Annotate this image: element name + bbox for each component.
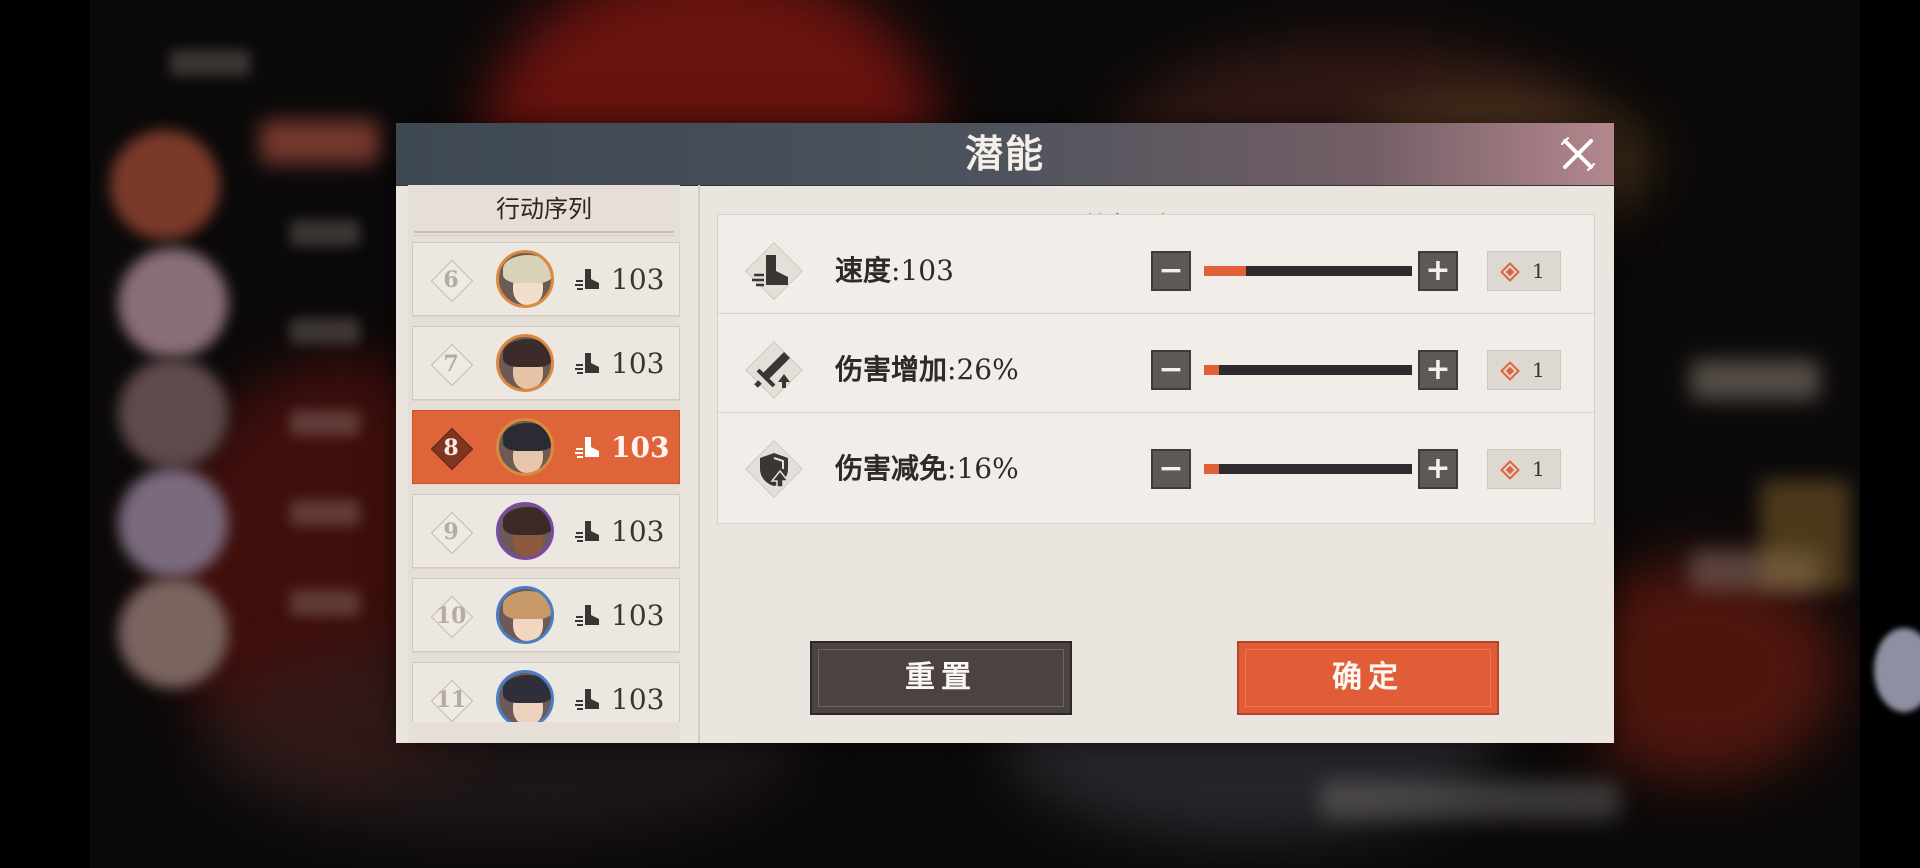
reset-button-label: 重置 [905, 660, 977, 695]
order-number: 9 [443, 519, 459, 545]
order-badge: 10 [430, 595, 474, 639]
speed-boot-icon [573, 517, 603, 547]
order-badge: 6 [430, 259, 474, 303]
slider-fill [1204, 365, 1219, 375]
damage-reduction-increase-button[interactable]: + [1418, 449, 1458, 489]
order-number: 8 [443, 435, 459, 461]
minus-icon: − [1158, 451, 1184, 486]
speed-value: 103 [611, 431, 670, 464]
damage-increase-decrease-button[interactable]: − [1151, 350, 1191, 390]
order-number: 6 [443, 267, 459, 293]
slider-fill [1204, 464, 1219, 474]
minus-icon: − [1158, 352, 1184, 387]
speed-boot-icon [744, 241, 804, 301]
order-badge: 11 [430, 679, 474, 722]
speed-value: 103 [611, 263, 665, 296]
speed-boot-icon [573, 685, 603, 715]
order-number: 10 [435, 603, 467, 629]
close-x-icon [1561, 137, 1595, 171]
sequence-item[interactable]: 8 103 [412, 410, 680, 484]
stat-row-damage-increase: 伤害增加:26% − + 1 [717, 313, 1595, 425]
sequence-item[interactable]: 7 103 [412, 326, 680, 400]
character-avatar [496, 418, 554, 476]
order-number: 7 [443, 351, 459, 377]
cost-value: 1 [1532, 457, 1545, 481]
character-avatar [496, 250, 554, 308]
character-avatar [496, 502, 554, 560]
damage-sword-up-icon [744, 340, 804, 400]
order-badge: 8 [430, 427, 474, 471]
speed-value: 103 [611, 599, 665, 632]
character-avatar [496, 586, 554, 644]
stat-name: 伤害减免 [835, 452, 948, 485]
damage-increase-increase-button[interactable]: + [1418, 350, 1458, 390]
confirm-button-label: 确定 [1332, 660, 1404, 695]
reset-button[interactable]: 重置 [810, 641, 1072, 715]
damage-reduction-slider[interactable] [1204, 464, 1412, 474]
stat-row-damage-reduction: 伤害减免:16% − + 1 [717, 412, 1595, 524]
sequence-item[interactable]: 10 103 [412, 578, 680, 652]
speed-boot-icon [573, 433, 603, 463]
action-sequence-list: 6 103 7 103 8 103 9 103 10 103 11 103 [412, 242, 680, 722]
stat-value: 26% [956, 353, 1019, 386]
damage-increase-cost-badge: 1 [1487, 350, 1561, 390]
stat-row-speed: 速度:103 − + 1 [717, 214, 1595, 326]
sequence-item[interactable]: 11 103 [412, 662, 680, 722]
potential-diamond-icon [1500, 460, 1520, 480]
speed-increase-button[interactable]: + [1418, 251, 1458, 291]
plus-icon: + [1425, 352, 1451, 387]
stat-value: 16% [956, 452, 1019, 485]
stat-value: 103 [900, 254, 954, 287]
sequence-item[interactable]: 9 103 [412, 494, 680, 568]
order-badge: 9 [430, 511, 474, 555]
minus-icon: − [1158, 253, 1184, 288]
damage-reduction-cost-badge: 1 [1487, 449, 1561, 489]
confirm-button[interactable]: 确定 [1237, 641, 1499, 715]
potential-diamond-icon [1500, 262, 1520, 282]
damage-reduction-decrease-button[interactable]: − [1151, 449, 1191, 489]
potential-diamond-icon [1500, 361, 1520, 381]
stat-name: 速度 [835, 254, 892, 287]
speed-boot-icon [573, 601, 603, 631]
speed-cost-badge: 1 [1487, 251, 1561, 291]
speed-boot-icon [573, 265, 603, 295]
damage-increase-slider[interactable] [1204, 365, 1412, 375]
sequence-item[interactable]: 6 103 [412, 242, 680, 316]
cost-value: 1 [1532, 358, 1545, 382]
order-badge: 7 [430, 343, 474, 387]
dialog-title: 潜能 [964, 131, 1045, 176]
plus-icon: + [1425, 253, 1451, 288]
speed-value: 103 [611, 683, 665, 716]
slider-fill [1204, 266, 1246, 276]
speed-decrease-button[interactable]: − [1151, 251, 1191, 291]
plus-icon: + [1425, 451, 1451, 486]
character-avatar [496, 670, 554, 722]
stat-name: 伤害增加 [835, 353, 948, 386]
cost-value: 1 [1532, 259, 1545, 283]
shield-up-icon [744, 439, 804, 499]
speed-slider[interactable] [1204, 266, 1412, 276]
speed-value: 103 [611, 347, 665, 380]
dialog-header: 潜能 [396, 123, 1614, 186]
speed-boot-icon [573, 349, 603, 379]
speed-value: 103 [611, 515, 665, 548]
action-sequence-title: 行动序列 [496, 195, 592, 223]
order-number: 11 [435, 687, 467, 713]
character-avatar [496, 334, 554, 392]
close-button[interactable] [1556, 132, 1600, 176]
potential-dialog: 潜能 行动序列 剩余 ：0 [396, 123, 1614, 743]
